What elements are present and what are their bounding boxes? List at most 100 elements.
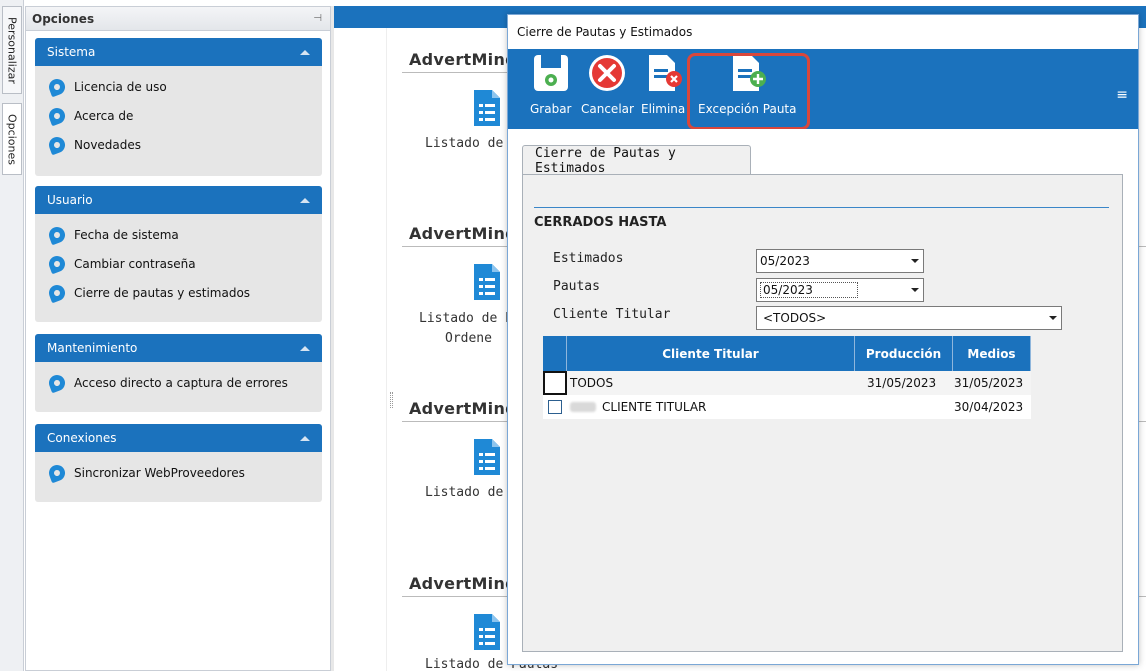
grabar-button[interactable]: Grabar: [530, 53, 572, 116]
grid-header-produccion[interactable]: Producción: [855, 336, 953, 371]
main-gutter: [386, 28, 387, 671]
tab-opciones[interactable]: Opciones: [2, 103, 22, 175]
cliente-titular-dropdown[interactable]: <TODOS>: [756, 306, 1062, 330]
listado-link[interactable]: Listado de P: [419, 311, 513, 326]
tab-opciones-label: Opciones: [5, 113, 19, 165]
option-acerca-de[interactable]: Acerca de: [46, 101, 322, 130]
pin-icon[interactable]: ⊣: [313, 13, 322, 24]
document-list-icon[interactable]: [472, 437, 502, 477]
option-label: Sincronizar WebProveedores: [74, 465, 245, 480]
option-label: Acerca de: [74, 108, 134, 123]
section-title: AdvertMind: [409, 399, 517, 418]
dialog-title: Cierre de Pautas y Estimados: [508, 15, 1138, 49]
cancelar-label: Cancelar: [581, 102, 634, 116]
section-title: AdvertMind: [409, 574, 517, 593]
document-list-icon[interactable]: [472, 262, 502, 302]
highlight-excepcion-pauta: [687, 53, 810, 130]
option-cambiar-contrasena[interactable]: Cambiar contraseña: [46, 249, 322, 278]
grid-header-cliente[interactable]: Cliente Titular: [567, 336, 855, 371]
chevron-down-icon: [911, 288, 919, 292]
cell-medios: 30/04/2023: [954, 400, 1024, 414]
tab-cierre-de-pautas[interactable]: Cierre de Pautas y Estimados: [522, 145, 751, 176]
option-label: Licencia de uso: [74, 79, 167, 94]
collapse-icon[interactable]: [300, 345, 310, 351]
tab-personalizar[interactable]: Personalizar: [2, 6, 22, 94]
cierre-dialog: Cierre de Pautas y Estimados Grabar Canc…: [507, 14, 1139, 665]
group-mantenimiento-header[interactable]: Mantenimiento: [35, 334, 322, 362]
option-icon: [46, 76, 68, 97]
chevron-down-icon: [1049, 316, 1057, 320]
option-label: Novedades: [74, 137, 142, 152]
side-tab-strip: Personalizar Opciones: [0, 0, 24, 671]
collapse-icon[interactable]: [300, 197, 310, 203]
option-fecha-de-sistema[interactable]: Fecha de sistema: [46, 220, 322, 249]
group-mantenimiento-title: Mantenimiento: [47, 341, 138, 355]
group-usuario: Usuario Fecha de sistema Cambiar contras…: [35, 186, 322, 322]
section-title: AdvertMind: [409, 224, 517, 243]
table-row[interactable]: TODOS 31/05/2023 31/05/2023: [543, 371, 1031, 395]
pautas-value: 05/2023: [760, 282, 858, 298]
cell-medios: 31/05/2023: [954, 376, 1024, 390]
grid-header-medios[interactable]: Medios: [953, 336, 1031, 371]
table-row[interactable]: CLIENTE TITULAR 30/04/2023: [543, 395, 1031, 419]
option-icon: [46, 224, 68, 245]
resize-grip[interactable]: [390, 392, 393, 408]
option-novedades[interactable]: Novedades: [46, 130, 322, 159]
option-acceso-directo-errores[interactable]: Acceso directo a captura de errores: [46, 368, 322, 397]
section-rule: [534, 207, 1109, 208]
section-title: AdvertMind: [409, 50, 517, 69]
cliente-titular-label: Cliente Titular: [553, 307, 671, 322]
option-label: Cierre de pautas y estimados: [74, 285, 251, 300]
eliminar-button[interactable]: Elimina: [641, 53, 685, 116]
ribbon-menu-icon[interactable]: ≡: [1116, 87, 1128, 103]
redacted-text: [570, 402, 596, 412]
section-divider: [402, 596, 512, 597]
option-licencia-de-uso[interactable]: Licencia de uso: [46, 72, 322, 101]
section-divider: [402, 72, 512, 73]
cell-cliente-text: CLIENTE TITULAR: [602, 400, 707, 414]
delete-document-icon: [649, 55, 683, 91]
group-mantenimiento: Mantenimiento Acceso directo a captura d…: [35, 334, 322, 412]
option-label: Fecha de sistema: [74, 227, 179, 242]
document-list-icon[interactable]: [472, 612, 502, 652]
tab-personalizar-label: Personalizar: [5, 16, 19, 84]
grid-header-select[interactable]: [543, 336, 567, 371]
listado-link[interactable]: Listado de P: [425, 485, 519, 500]
group-conexiones: Conexiones Sincronizar WebProveedores: [35, 424, 322, 502]
grabar-label: Grabar: [530, 102, 572, 116]
chevron-down-icon: [911, 259, 919, 263]
estimados-label: Estimados: [553, 251, 624, 266]
row-checkbox[interactable]: [543, 371, 567, 395]
row-checkbox[interactable]: [548, 400, 562, 414]
group-usuario-header[interactable]: Usuario: [35, 186, 322, 214]
dialog-toolbar: Grabar Cancelar Elimina Excepción Pauta …: [508, 49, 1138, 129]
options-panel: Opciones ⊣ Sistema Licencia de uso Acerc…: [25, 6, 331, 671]
options-panel-title: Opciones: [32, 11, 95, 26]
dialog-content: Cierre de Pautas y Estimados CERRADOS HA…: [508, 129, 1138, 664]
cell-cliente: CLIENTE TITULAR: [570, 395, 706, 419]
cancel-icon: [589, 55, 626, 91]
pautas-dropdown[interactable]: 05/2023: [756, 278, 924, 302]
section-divider: [402, 246, 512, 247]
option-label: Cambiar contraseña: [74, 256, 196, 271]
cell-cliente: TODOS: [570, 376, 614, 390]
option-cierre-de-pautas[interactable]: Cierre de pautas y estimados: [46, 278, 322, 307]
listado-link[interactable]: Listado de P: [425, 136, 519, 151]
section-divider: [402, 421, 512, 422]
option-icon: [46, 134, 68, 155]
group-sistema-title: Sistema: [47, 45, 96, 59]
section-title-cerrados: CERRADOS HASTA: [534, 215, 667, 230]
option-sincronizar-webproveedores[interactable]: Sincronizar WebProveedores: [46, 458, 322, 487]
cell-produccion: 31/05/2023: [867, 376, 937, 390]
group-sistema-header[interactable]: Sistema: [35, 38, 322, 66]
group-conexiones-header[interactable]: Conexiones: [35, 424, 322, 452]
document-list-icon[interactable]: [472, 88, 502, 128]
listado-link-line2[interactable]: Ordene: [445, 331, 492, 346]
options-panel-header: Opciones ⊣: [26, 7, 330, 31]
estimados-dropdown[interactable]: 05/2023: [756, 249, 924, 273]
cancelar-button[interactable]: Cancelar: [581, 53, 634, 116]
collapse-icon[interactable]: [300, 435, 310, 441]
collapse-icon[interactable]: [300, 49, 310, 55]
estimados-value: 05/2023: [760, 254, 810, 268]
save-icon: [533, 55, 568, 91]
